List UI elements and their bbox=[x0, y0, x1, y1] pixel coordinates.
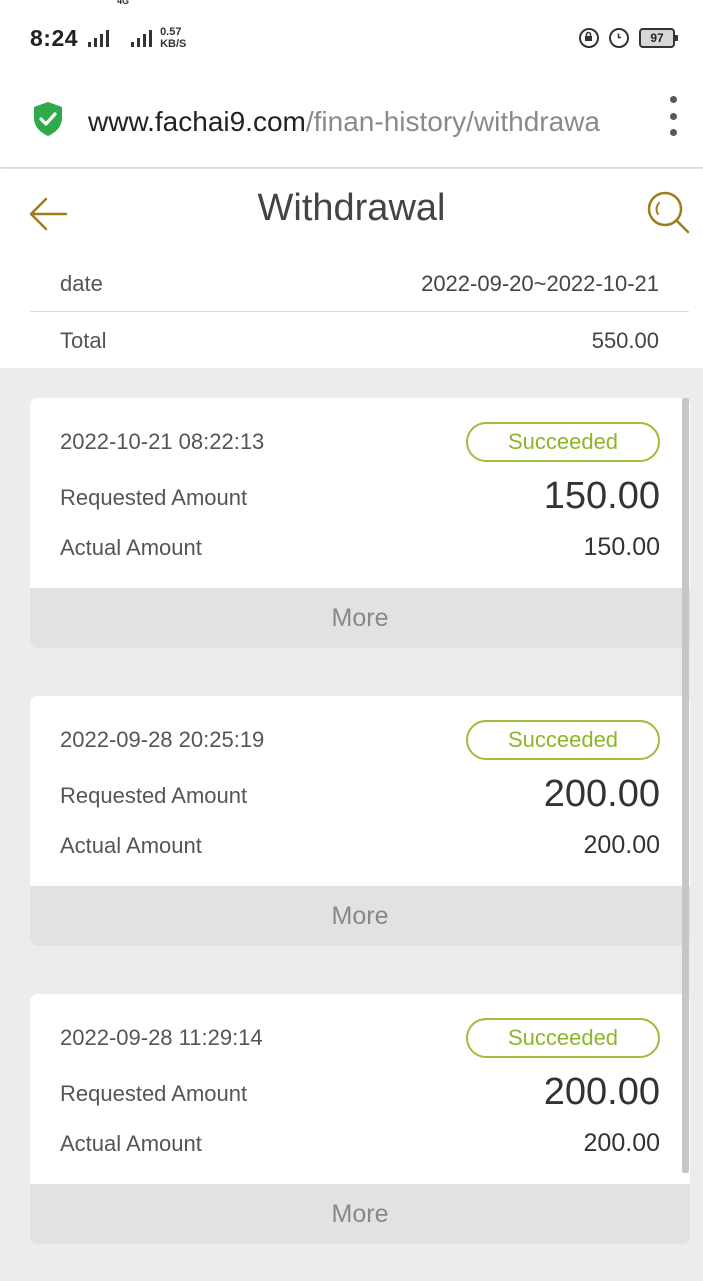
date-range-value: 2022-09-20~2022-10-21 bbox=[421, 271, 659, 296]
menu-dots-icon[interactable] bbox=[669, 96, 677, 136]
date-label: date bbox=[60, 271, 103, 296]
date-range-row[interactable]: date 2022-09-20~2022-10-21 bbox=[30, 257, 689, 312]
more-button[interactable]: More bbox=[30, 588, 690, 648]
total-label: Total bbox=[60, 327, 107, 353]
browser-address-bar[interactable]: www.fachai9.com/finan-history/withdrawa bbox=[0, 76, 703, 168]
requested-amount-value: 200.00 bbox=[543, 773, 660, 815]
requested-amount-value: 150.00 bbox=[543, 475, 660, 517]
secure-shield-icon[interactable] bbox=[32, 101, 64, 142]
actual-amount-value: 150.00 bbox=[583, 533, 660, 561]
signal-icon bbox=[88, 29, 110, 47]
page-title: Withdrawal bbox=[257, 187, 446, 229]
withdrawal-record: 2022-09-28 20:25:19 Succeeded Requested … bbox=[30, 696, 690, 946]
url-path: /finan-history/withdrawa bbox=[305, 105, 600, 137]
more-button[interactable]: More bbox=[30, 1184, 690, 1244]
network-speed-unit: KB/S bbox=[160, 38, 187, 50]
requested-amount-label: Requested Amount bbox=[60, 485, 248, 510]
requested-amount-value: 200.00 bbox=[543, 1071, 660, 1113]
status-badge: Succeeded bbox=[466, 1018, 660, 1058]
search-icon[interactable] bbox=[645, 189, 693, 237]
record-datetime: 2022-09-28 20:25:19 bbox=[60, 727, 265, 752]
status-badge: Succeeded bbox=[466, 422, 660, 462]
app-root: 8:24 4G 0.57 KB/S 97 www.fachai9.com/fin… bbox=[0, 0, 703, 1281]
rotation-lock-icon bbox=[579, 28, 599, 48]
actual-amount-label: Actual Amount bbox=[60, 1131, 202, 1156]
url-host: www.fachai9.com bbox=[88, 105, 306, 137]
url-text[interactable]: www.fachai9.com/finan-history/withdrawa bbox=[88, 106, 634, 138]
status-time: 8:24 bbox=[30, 24, 79, 51]
actual-amount-label: Actual Amount bbox=[60, 833, 202, 858]
network-type: 4G bbox=[117, 0, 130, 6]
signal-icon-2 bbox=[131, 29, 153, 47]
actual-amount-value: 200.00 bbox=[583, 1129, 660, 1157]
actual-amount-label: Actual Amount bbox=[60, 535, 202, 560]
requested-amount-label: Requested Amount bbox=[60, 1081, 248, 1106]
withdrawal-record: 2022-09-28 11:29:14 Succeeded Requested … bbox=[30, 994, 690, 1244]
withdrawal-record: 2022-10-21 08:22:13 Succeeded Requested … bbox=[30, 398, 690, 648]
status-badge: Succeeded bbox=[466, 720, 660, 760]
total-row: Total 550.00 bbox=[30, 313, 689, 368]
status-bar: 8:24 4G 0.57 KB/S 97 bbox=[0, 0, 703, 76]
more-button[interactable]: More bbox=[30, 886, 690, 946]
scrollbar[interactable] bbox=[682, 398, 689, 1173]
record-datetime: 2022-09-28 11:29:14 bbox=[60, 1025, 263, 1050]
total-value: 550.00 bbox=[591, 327, 659, 353]
record-datetime: 2022-10-21 08:22:13 bbox=[60, 429, 265, 454]
actual-amount-value: 200.00 bbox=[583, 831, 660, 859]
network-speed-value: 0.57 bbox=[160, 26, 182, 38]
requested-amount-label: Requested Amount bbox=[60, 783, 248, 808]
page-header: Withdrawal bbox=[0, 169, 703, 257]
battery-icon: 97 bbox=[639, 28, 678, 48]
status-icons: 97 bbox=[579, 28, 678, 48]
network-speed: 0.57 KB/S bbox=[160, 26, 186, 50]
summary-panel: date 2022-09-20~2022-10-21 Total 550.00 bbox=[0, 257, 703, 368]
alarm-icon bbox=[609, 28, 629, 48]
